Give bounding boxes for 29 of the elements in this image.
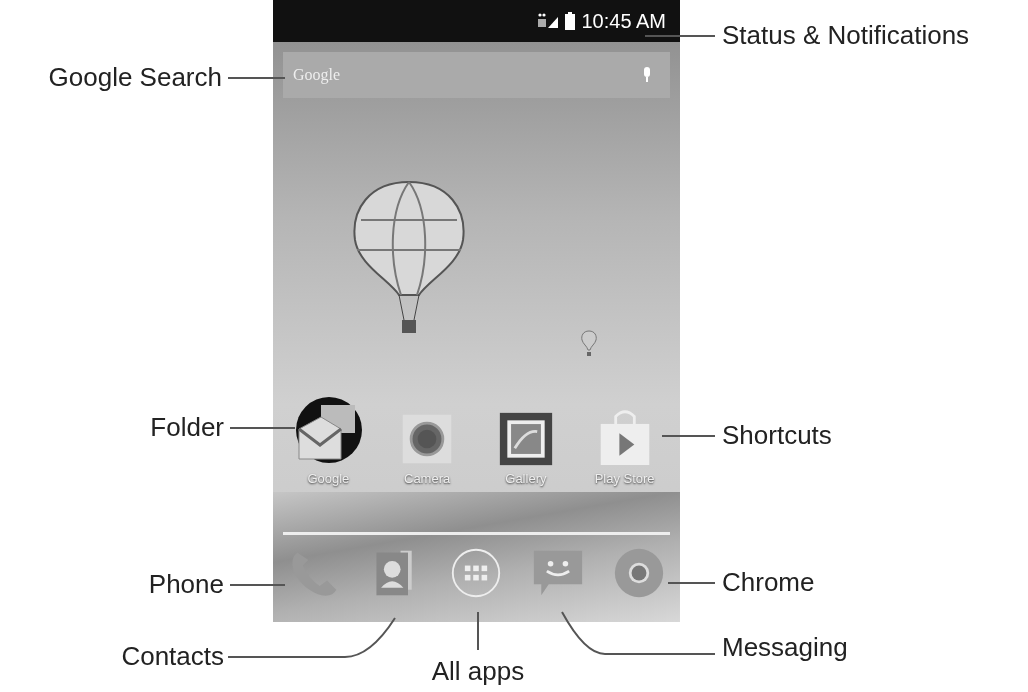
leader-line: [477, 611, 479, 651]
status-time: 10:45 AM: [581, 9, 666, 33]
leader-line: [229, 427, 296, 429]
microphone-icon[interactable]: [642, 67, 652, 83]
app-shortcut[interactable]: Play Store: [579, 407, 670, 486]
signal-icon: [537, 13, 560, 29]
callout-label: All apps: [430, 656, 526, 686]
search-field[interactable]: Google: [283, 52, 670, 98]
leader-line: [661, 435, 716, 437]
leader-line: [229, 584, 286, 586]
app-shortcut[interactable]: Camera: [382, 411, 473, 486]
app-shortcut[interactable]: Google: [283, 397, 374, 486]
app-shortcut[interactable]: Gallery: [480, 411, 571, 486]
small-balloon-drawing: [581, 330, 597, 358]
app-grid-icon[interactable]: [450, 547, 503, 599]
callout-label: Chrome: [722, 567, 815, 597]
leader-line: [227, 77, 286, 79]
callout-label: Status & Notifications: [722, 20, 970, 50]
callout-label: Shortcuts: [722, 420, 832, 450]
callout-label: Messaging: [722, 632, 848, 662]
picture-frame-icon[interactable]: [497, 411, 554, 467]
callout-label: Google Search: [47, 62, 222, 92]
callout-label: Folder: [149, 412, 224, 442]
leader-line: [667, 582, 716, 584]
browser-circle-icon[interactable]: [613, 547, 666, 599]
battery-icon: [565, 12, 576, 30]
callout-label: Phone: [147, 569, 224, 599]
callout-label: Contacts: [120, 641, 224, 671]
leader-line: [644, 35, 716, 37]
